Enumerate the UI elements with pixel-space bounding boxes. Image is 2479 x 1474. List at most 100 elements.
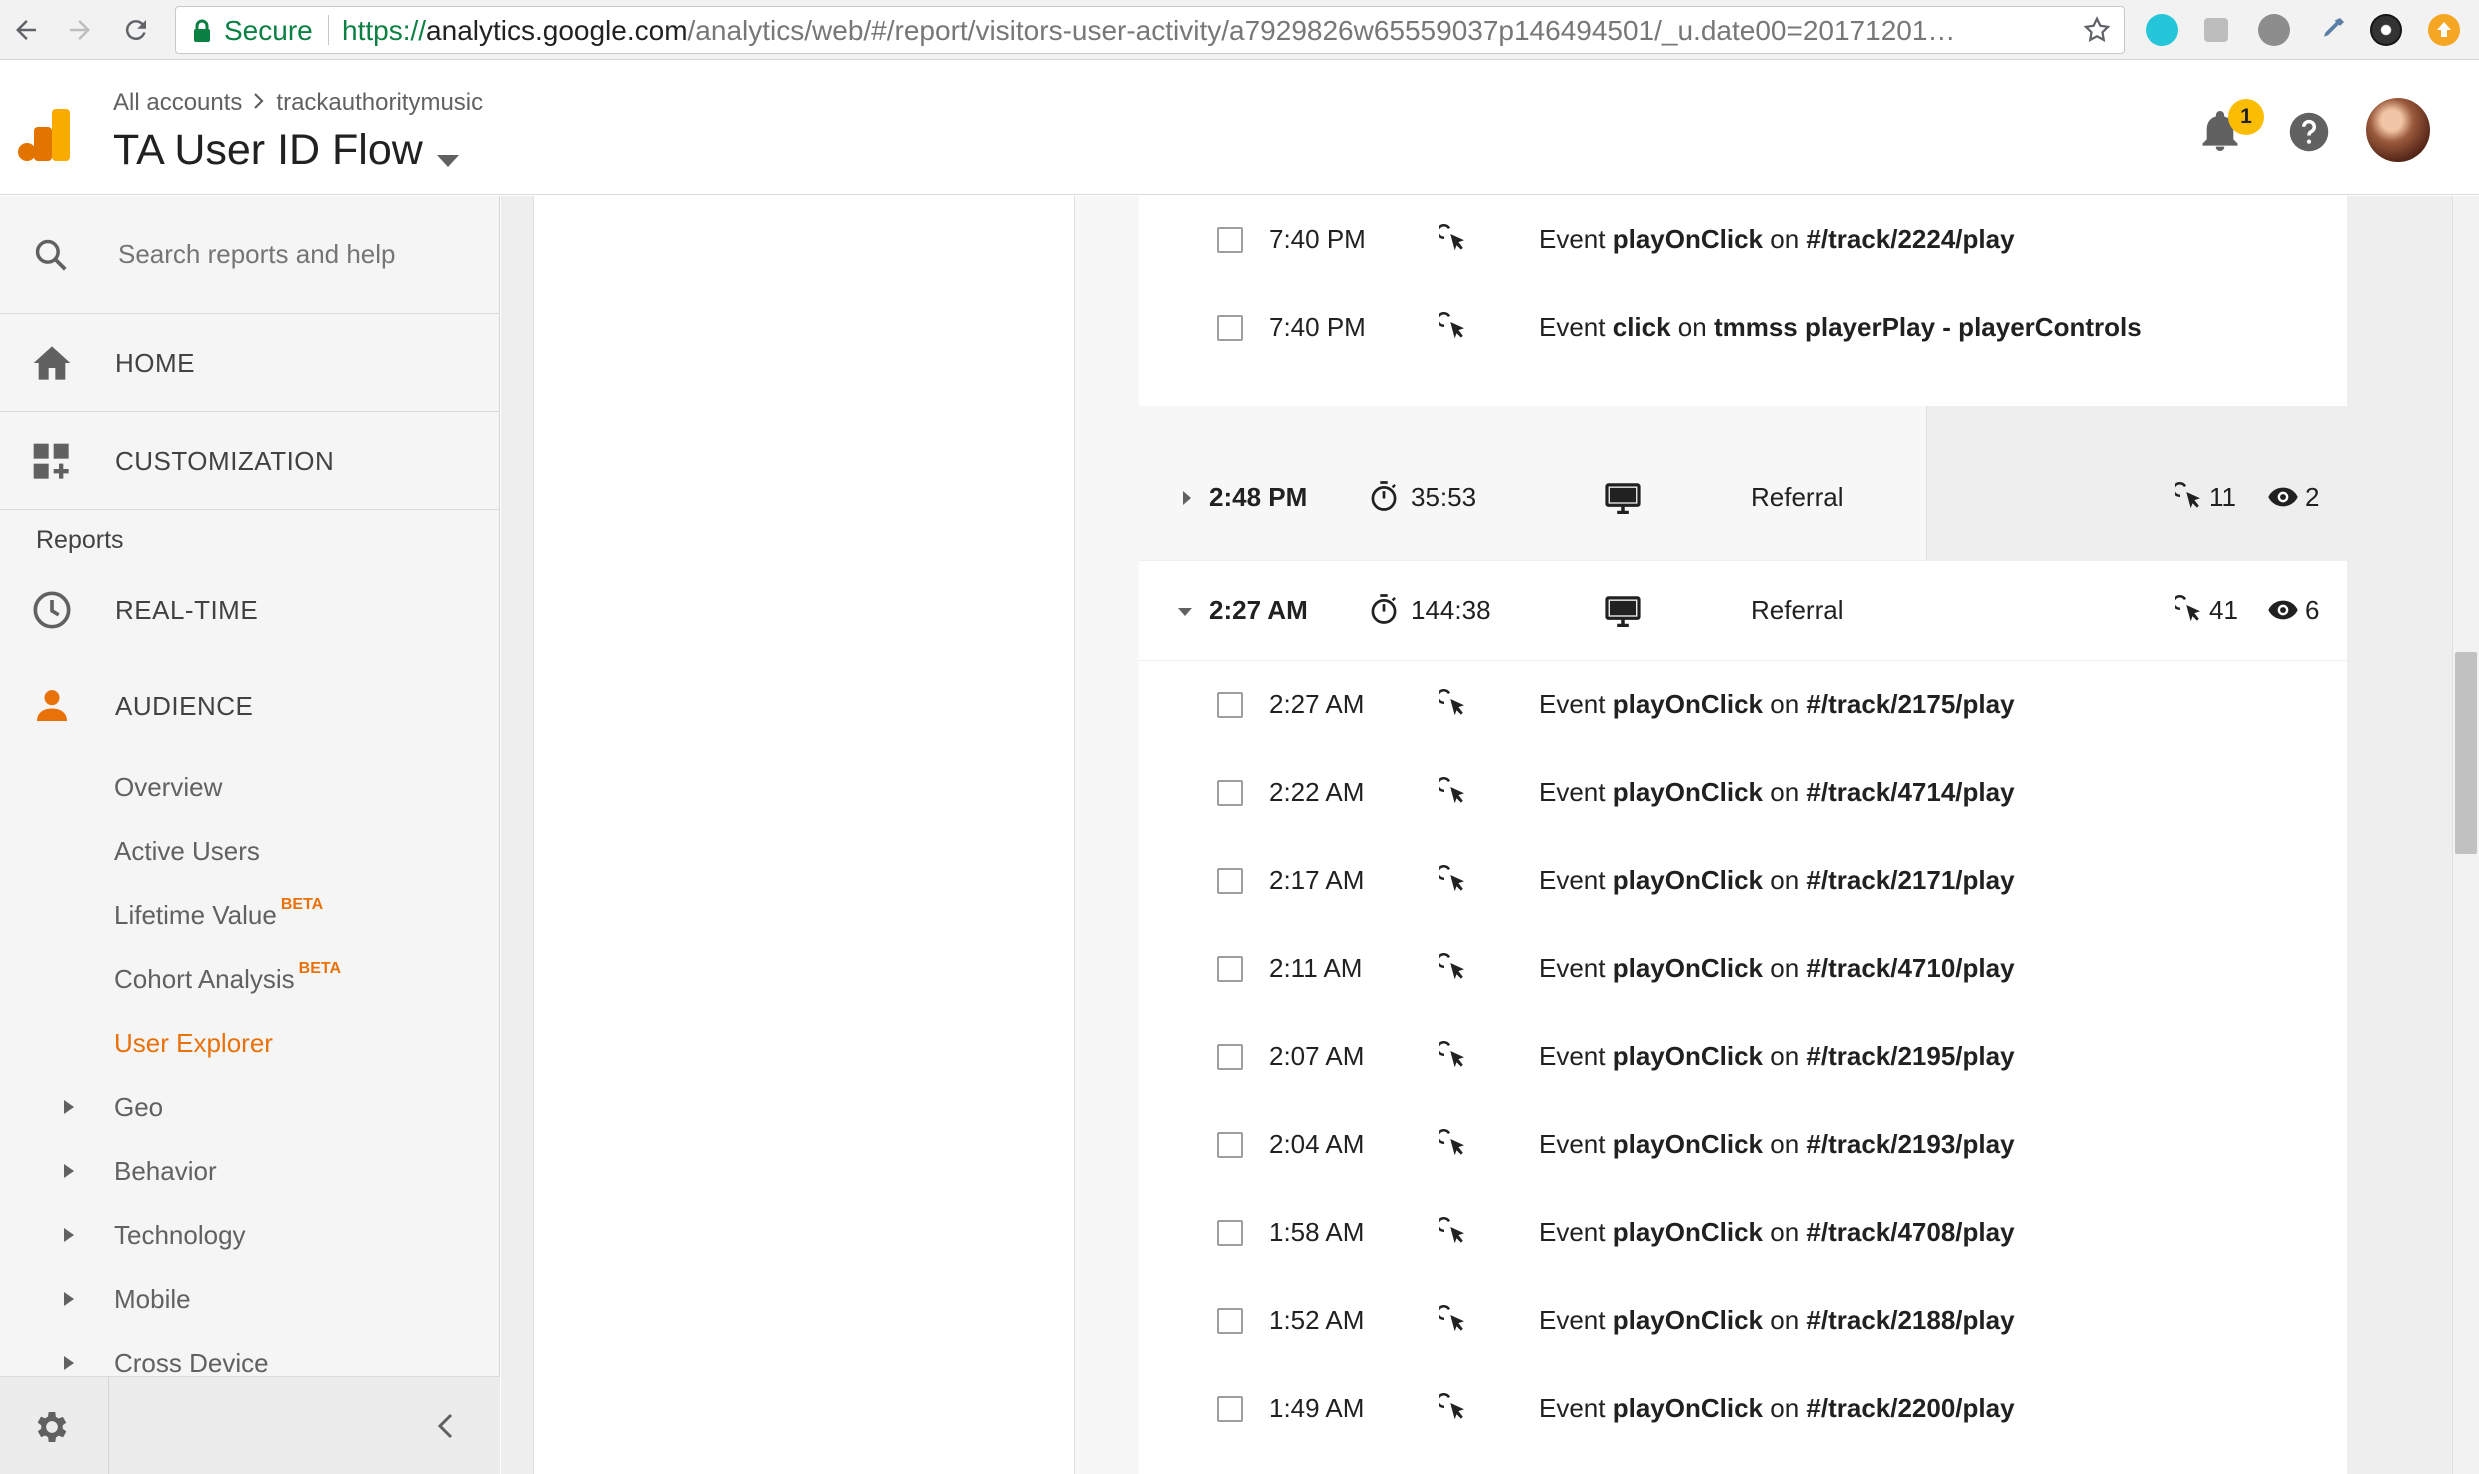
expand-triangle-icon[interactable] [1181, 490, 1193, 511]
event-checkbox[interactable] [1217, 227, 1243, 253]
chevron-left-icon[interactable] [434, 1411, 458, 1446]
sidebar-subitem-technology[interactable]: Technology [114, 1220, 246, 1251]
url-text[interactable]: https://analytics.google.com/analytics/w… [342, 15, 2042, 47]
expand-triangle-icon[interactable] [64, 1292, 74, 1306]
sidebar-subitem-overview[interactable]: Overview [114, 772, 222, 803]
event-time: 2:27 AM [1269, 689, 1365, 719]
search-icon [32, 236, 70, 279]
list-item[interactable]: 7:40 PM Event playOnClick on #/track/222… [1139, 196, 2347, 284]
expand-triangle-icon[interactable] [64, 1100, 74, 1114]
session-row-expanded[interactable]: 2:27 AM 144:38 Referral 41 6 [1139, 561, 2347, 661]
sidebar-subitem-geo[interactable]: Geo [114, 1092, 163, 1123]
sidebar-subitem-user-explorer[interactable]: User Explorer [114, 1028, 273, 1059]
user-summary-panel [533, 196, 1075, 1474]
sidebar-item-label: Cohort Analysis [114, 964, 295, 994]
event-prefix: Event [1539, 689, 1606, 719]
event-on: on [1770, 1217, 1800, 1247]
forward-arrow-icon [70, 20, 90, 40]
list-item[interactable]: 2:11 AM Event playOnClick on #/track/471… [1139, 925, 2347, 1013]
extension-upload-icon[interactable] [2428, 14, 2460, 46]
event-checkbox[interactable] [1217, 1044, 1243, 1070]
clock-icon [32, 590, 72, 635]
breadcrumb-account[interactable]: trackauthoritymusic [276, 89, 483, 116]
reload-button[interactable] [116, 10, 156, 50]
extension-m-icon[interactable] [2146, 14, 2178, 46]
divider [328, 15, 329, 45]
click-cursor-icon [2172, 482, 2205, 517]
back-button[interactable] [6, 10, 46, 50]
event-checkbox[interactable] [1217, 1220, 1243, 1246]
event-description: Event playOnClick on #/track/2171/play [1539, 865, 2015, 896]
sidebar-item-label: HOME [115, 348, 195, 378]
click-cursor-icon [1436, 777, 1469, 812]
extension-camera-icon[interactable] [2370, 14, 2402, 46]
list-item[interactable]: 1:49 AM Event playOnClick on #/track/220… [1139, 1365, 2347, 1453]
desktop-icon [1605, 595, 1641, 632]
event-prefix: Event [1539, 777, 1606, 807]
event-target: #/track/4714/play [1806, 777, 2015, 807]
session-hits-count: 11 [2209, 482, 2236, 512]
breadcrumb-all-accounts[interactable]: All accounts [113, 89, 242, 116]
event-action: playOnClick [1612, 1305, 1764, 1335]
expand-triangle-icon[interactable] [64, 1164, 74, 1178]
list-item[interactable]: 7:40 PM Event click on tmmss playerPlay … [1139, 284, 2347, 372]
breadcrumb[interactable]: All accounts trackauthoritymusic [113, 89, 483, 117]
list-item[interactable]: 2:22 AM Event playOnClick on #/track/471… [1139, 749, 2347, 837]
collapse-triangle-icon[interactable] [1177, 605, 1193, 623]
sidebar-subitem-lifetime-value[interactable]: Lifetime Value BETA [114, 896, 323, 931]
search-box[interactable]: Search reports and help [0, 196, 500, 314]
sidebar-item-audience[interactable]: AUDIENCE [0, 670, 500, 740]
session-row-collapsed[interactable]: 2:48 PM 35:53 Referral 11 2 [1139, 448, 2347, 548]
list-item[interactable]: 2:07 AM Event playOnClick on #/track/219… [1139, 1013, 2347, 1101]
home-icon [32, 344, 72, 387]
list-item[interactable]: 2:17 AM Event playOnClick on #/track/217… [1139, 837, 2347, 925]
event-checkbox[interactable] [1217, 692, 1243, 718]
click-cursor-icon [1436, 1129, 1469, 1164]
divider [108, 1377, 109, 1474]
sidebar-subitem-cross-device[interactable]: Cross Device [114, 1348, 269, 1379]
sidebar-subitem-mobile[interactable]: Mobile [114, 1284, 191, 1315]
caret-down-icon [436, 129, 459, 178]
avatar[interactable] [2366, 98, 2430, 162]
sidebar-item-realtime[interactable]: REAL-TIME [0, 574, 500, 644]
view-selector[interactable]: TA User ID Flow [113, 123, 459, 178]
list-item[interactable]: 2:04 AM Event playOnClick on #/track/219… [1139, 1101, 2347, 1189]
event-checkbox[interactable] [1217, 1396, 1243, 1422]
gear-icon[interactable] [32, 1407, 72, 1452]
event-checkbox[interactable] [1217, 868, 1243, 894]
list-item[interactable]: 2:27 AM Event playOnClick on #/track/217… [1139, 661, 2347, 749]
event-checkbox[interactable] [1217, 956, 1243, 982]
session-start-time: 2:27 AM [1209, 595, 1308, 625]
forward-button[interactable] [60, 10, 100, 50]
list-item[interactable]: 1:58 AM Event playOnClick on #/track/470… [1139, 1189, 2347, 1277]
list-item[interactable]: 1:52 AM Event playOnClick on #/track/218… [1139, 1277, 2347, 1365]
event-checkbox[interactable] [1217, 315, 1243, 341]
sidebar-subitem-behavior[interactable]: Behavior [114, 1156, 217, 1187]
sidebar-subitem-cohort-analysis[interactable]: Cohort Analysis BETA [114, 960, 341, 995]
app-header: All accounts trackauthoritymusic TA User … [0, 61, 2479, 195]
event-checkbox[interactable] [1217, 1308, 1243, 1334]
extension-puzzle-icon[interactable] [2204, 18, 2228, 42]
sidebar-item-customization[interactable]: CUSTOMIZATION [0, 412, 500, 510]
sidebar-item-home[interactable]: HOME [0, 314, 500, 412]
eyedropper-icon[interactable] [2316, 14, 2348, 46]
event-target: #/track/4708/play [1806, 1217, 2015, 1247]
event-target: #/track/2193/play [1806, 1129, 2015, 1159]
expand-triangle-icon[interactable] [64, 1228, 74, 1242]
scrollbar-thumb[interactable] [2455, 652, 2477, 854]
help-icon[interactable] [2288, 111, 2330, 158]
click-cursor-icon [1436, 953, 1469, 988]
sidebar: Search reports and help HOME CUSTOMIZATI… [0, 196, 500, 1474]
event-target: #/track/2195/play [1806, 1041, 2015, 1071]
sidebar-subitem-active-users[interactable]: Active Users [114, 836, 260, 867]
expand-triangle-icon[interactable] [64, 1356, 74, 1370]
address-bar[interactable]: Secure https://analytics.google.com/anal… [175, 6, 2125, 54]
event-checkbox[interactable] [1217, 1132, 1243, 1158]
event-action: playOnClick [1612, 777, 1764, 807]
event-target: #/track/2171/play [1806, 865, 2015, 895]
search-input[interactable]: Search reports and help [118, 239, 396, 270]
extension-gray-icon[interactable] [2258, 14, 2290, 46]
bookmark-star-icon[interactable] [2082, 15, 2112, 50]
analytics-logo-icon[interactable] [18, 109, 72, 166]
event-checkbox[interactable] [1217, 780, 1243, 806]
